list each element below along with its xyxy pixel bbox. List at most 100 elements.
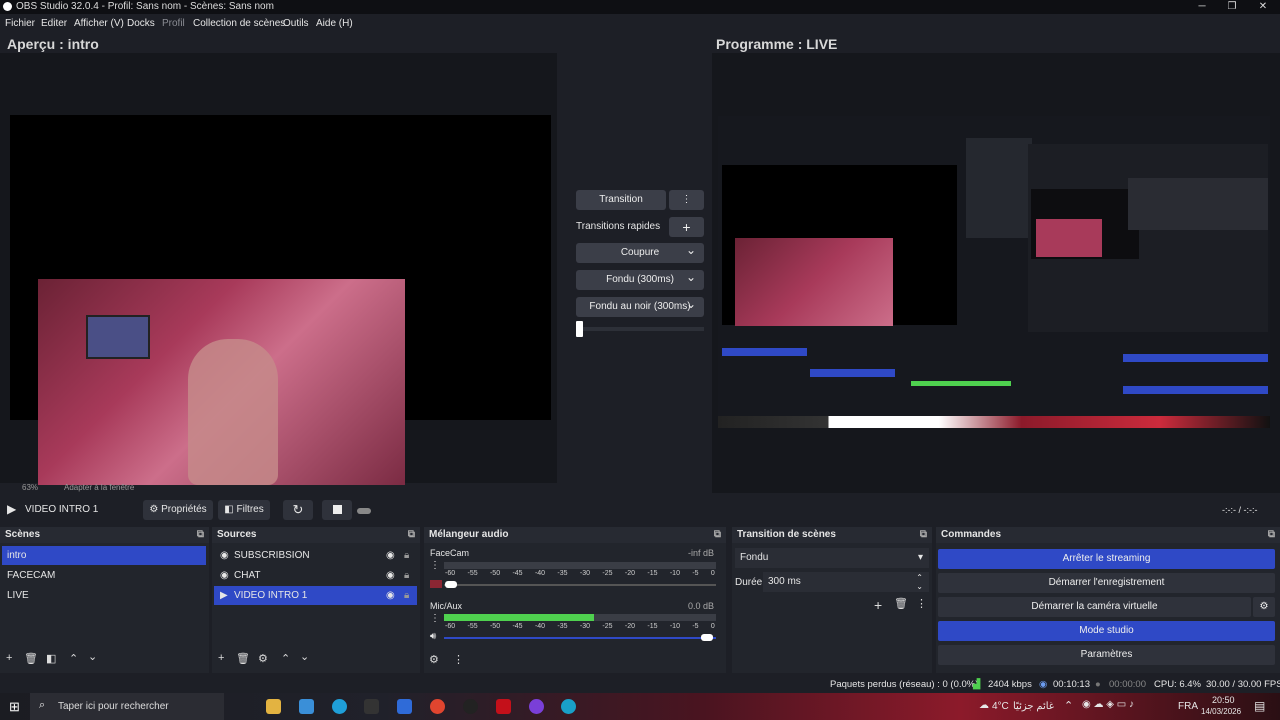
virtual-camera-settings-icon[interactable]: ⚙ [1253,597,1275,617]
stop-streaming-button[interactable]: Arrêter le streaming [938,549,1275,569]
duration-input[interactable]: 300 ms ⌃ ⌄ [763,572,929,592]
app-icon[interactable] [561,699,576,714]
visibility-eye-icon[interactable]: ◉ [386,546,395,565]
menu-collection-scenes[interactable]: Collection de scènes [193,18,285,29]
chrome-icon[interactable] [430,699,445,714]
move-up-icon[interactable]: ⌃ [69,652,78,665]
preview-video-source[interactable] [38,279,405,485]
transition-type-select[interactable]: Fondu ▾ [735,548,929,568]
search-placeholder: Taper ici pour rechercher [58,701,169,712]
source-item[interactable]: ◉ SUBSCRIBSION ◉ 🔒︎ [214,546,417,565]
tbar-handle[interactable] [576,321,583,337]
scene-filters-icon[interactable]: ◧ [46,652,56,665]
menu-editer[interactable]: Editer [41,18,67,29]
remove-transition-icon[interactable]: 🗑 [894,597,908,610]
channel-menu-icon[interactable]: ⋮ [430,560,440,571]
add-quick-transition-button[interactable]: + [669,217,704,237]
taskbar-search[interactable]: ⌕ Taper ici pour rechercher [30,693,224,720]
visibility-eye-icon[interactable]: ◉ [386,586,395,605]
close-button[interactable]: ✕ [1248,0,1278,14]
controls-dock: Commandes ⧉ Arrêter le streaming Démarrer… [936,527,1280,673]
volume-slider-track[interactable] [444,637,716,639]
weather-icon: ☁ [979,700,989,711]
transition-button[interactable]: Transition [576,190,666,210]
menu-outils[interactable]: Outils [283,18,309,29]
minimize-button[interactable]: ─ [1187,0,1217,14]
quick-transition-coupure[interactable]: Coupure [576,240,704,263]
source-item[interactable]: ◉ CHAT ◉ 🔒︎ [214,566,417,585]
remove-scene-icon[interactable]: 🗑 [24,652,38,665]
app-icon[interactable] [529,699,544,714]
tray-chevron-icon[interactable]: ⌃ [1064,699,1073,712]
move-down-icon[interactable]: ⌄ [88,650,97,663]
file-explorer-icon[interactable] [266,699,281,714]
undock-icon[interactable]: ⧉ [920,527,927,543]
scene-item[interactable]: intro [2,546,206,565]
menu-afficher[interactable]: Afficher (V) [74,18,124,29]
source-item[interactable]: ▶ VIDEO INTRO 1 ◉ 🔒︎ [214,586,417,605]
stop-icon[interactable] [322,500,352,520]
speaker-icon[interactable]: 🔊︎ [430,631,436,642]
add-scene-icon[interactable]: + [6,652,12,664]
tray-icons[interactable]: ◉ ☁ ◈ ▭ ♪ [1082,699,1134,710]
visibility-eye-icon[interactable]: ◉ [386,566,395,585]
language-indicator[interactable]: FRA [1178,701,1198,712]
studio-mode-button[interactable]: Mode studio [938,621,1275,641]
windows-start-icon[interactable]: ⊞ [9,699,20,715]
fit-window-label[interactable]: Adapter à la fenêtre [64,483,134,492]
menu-docks[interactable]: Docks [127,18,155,29]
filters-label: Filtres [236,504,264,515]
volume-slider-handle[interactable] [701,634,713,641]
menu-profil[interactable]: Profil [162,18,185,29]
media-slider-handle[interactable] [357,508,371,514]
advanced-audio-icon[interactable]: ⚙ [429,653,439,666]
start-recording-button[interactable]: Démarrer l'enregistrement [938,573,1275,593]
search-icon: ⌕ [39,699,46,711]
app-icon[interactable] [397,699,412,714]
edge-icon[interactable] [332,699,347,714]
filters-button[interactable]: ◧ Filtres [218,500,270,520]
channel-menu-icon[interactable]: ⋮ [430,613,440,624]
transition-menu-icon[interactable]: ⋮ [916,597,927,610]
capcut-icon[interactable] [364,699,379,714]
mute-indicator[interactable] [430,580,442,588]
tbar-track[interactable] [576,327,704,331]
move-up-icon[interactable]: ⌃ [281,652,290,665]
lock-icon[interactable]: 🔒︎ [404,546,409,565]
move-down-icon[interactable]: ⌄ [300,650,309,663]
maximize-button[interactable]: ❐ [1217,0,1247,14]
scene-item[interactable]: LIVE [2,586,206,605]
menu-fichier[interactable]: Fichier [5,18,35,29]
transition-menu-icon[interactable]: ⋮ [669,190,704,210]
undock-icon[interactable]: ⧉ [714,527,721,543]
properties-label: Propriétés [161,504,207,515]
settings-button[interactable]: Paramètres [938,645,1275,665]
spin-down-icon[interactable]: ⌄ [916,577,923,597]
undock-icon[interactable]: ⧉ [408,527,415,543]
add-transition-icon[interactable]: + [874,597,882,613]
clock-date[interactable]: 14/03/2026 [1201,707,1241,716]
source-settings-icon[interactable]: ⚙ [258,652,268,665]
mixer-menu-icon[interactable]: ⋮ [453,653,464,666]
restart-icon[interactable]: ↻ [283,500,313,520]
play-icon[interactable]: ▶ [7,502,16,516]
undock-icon[interactable]: ⧉ [1268,527,1275,543]
quick-transition-fondu[interactable]: Fondu (300ms) [576,267,704,290]
volume-slider-handle[interactable] [445,581,457,588]
calculator-icon[interactable] [299,699,314,714]
clock-time[interactable]: 20:50 [1212,695,1235,705]
remove-source-icon[interactable]: 🗑 [236,652,250,665]
obs-icon[interactable] [463,699,478,714]
add-source-icon[interactable]: + [218,652,224,664]
menu-aide[interactable]: Aide (H) [316,18,353,29]
lock-icon[interactable]: 🔒︎ [404,566,409,585]
start-virtual-camera-button[interactable]: Démarrer la caméra virtuelle [938,597,1251,617]
volume-slider-track[interactable] [444,584,716,586]
scene-item[interactable]: FACECAM [2,566,206,585]
properties-button[interactable]: ⚙ Propriétés [143,500,213,520]
notification-icon[interactable]: ▤ [1254,699,1265,713]
quick-transition-fondu-noir[interactable]: Fondu au noir (300ms) [576,294,704,317]
lock-icon[interactable]: 🔒︎ [404,586,409,605]
undock-icon[interactable]: ⧉ [197,527,204,543]
netflix-icon[interactable] [496,699,511,714]
